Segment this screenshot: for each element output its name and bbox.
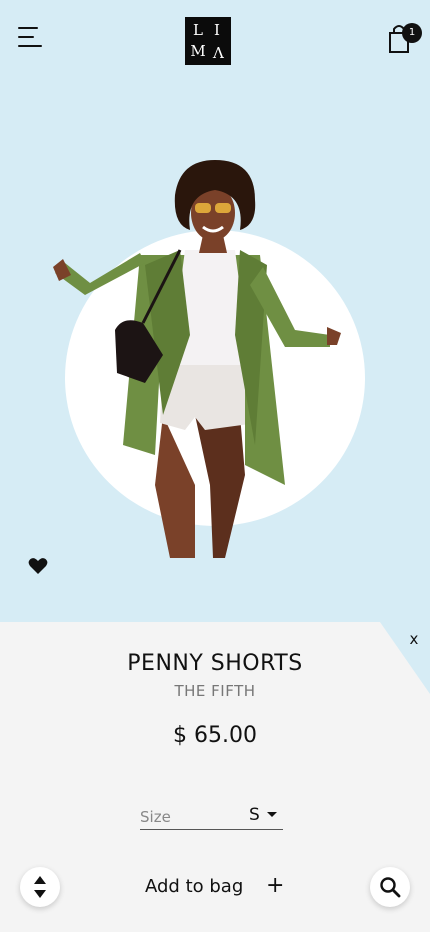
size-value: S bbox=[249, 805, 260, 825]
brand-logo[interactable]: L I M V bbox=[185, 17, 231, 65]
size-select[interactable]: Size S bbox=[140, 805, 283, 830]
menu-line bbox=[18, 27, 38, 29]
logo-letter: M bbox=[190, 42, 207, 60]
menu-line bbox=[18, 45, 42, 47]
heart-icon[interactable] bbox=[28, 557, 48, 575]
logo-letter: V bbox=[208, 43, 227, 61]
product-model-image bbox=[53, 160, 341, 558]
hamburger-menu-icon[interactable] bbox=[18, 26, 44, 48]
hero-section: L I M V 1 bbox=[0, 0, 430, 622]
shopping-bag-button[interactable]: 1 bbox=[386, 22, 422, 56]
product-title: PENNY SHORTS bbox=[127, 651, 303, 676]
logo-letter: L bbox=[193, 21, 204, 39]
logo-letter-v: V bbox=[211, 43, 224, 61]
product-brand: THE FIFTH bbox=[174, 682, 256, 700]
cart-count-badge: 1 bbox=[402, 23, 422, 43]
plus-icon[interactable]: + bbox=[266, 874, 284, 898]
search-icon bbox=[380, 877, 401, 898]
caret-down-icon bbox=[267, 812, 277, 817]
size-label: Size bbox=[140, 808, 171, 826]
sort-icon bbox=[34, 876, 46, 898]
add-to-bag-button[interactable]: Add to bag bbox=[145, 876, 243, 897]
sort-button[interactable] bbox=[20, 867, 60, 907]
logo-letter: I bbox=[214, 21, 221, 39]
search-button[interactable] bbox=[370, 867, 410, 907]
menu-line bbox=[18, 36, 34, 38]
close-button[interactable]: x bbox=[407, 630, 421, 648]
product-price: $ 65.00 bbox=[173, 723, 257, 748]
